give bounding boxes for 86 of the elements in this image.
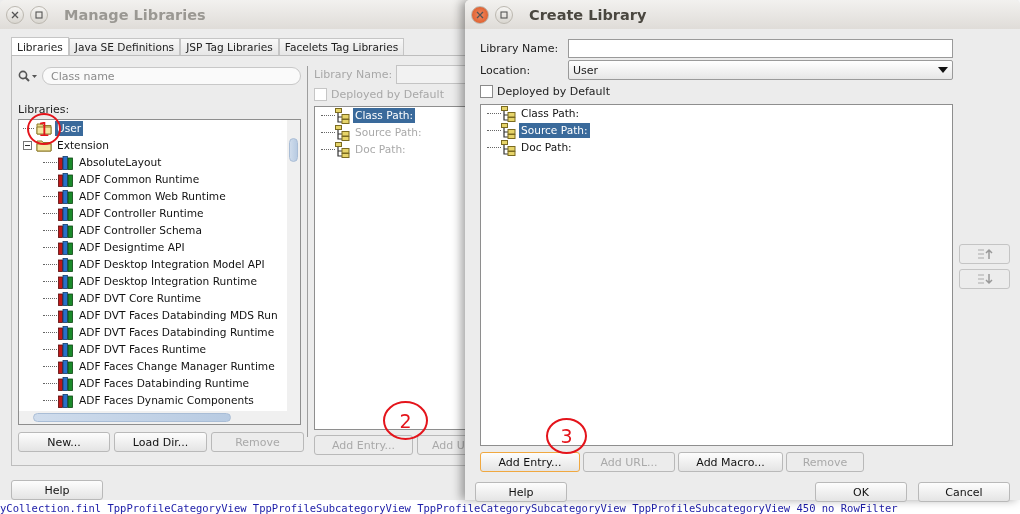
button[interactable]: Load Dir... [114,432,207,452]
tree-item-label: Extension [56,138,110,153]
folder-tree-icon [501,122,516,139]
checkbox[interactable] [480,84,493,98]
close-button[interactable] [471,5,489,24]
move-up-button[interactable] [959,244,1010,264]
books-icon [58,240,73,255]
help-button[interactable]: Help [475,482,567,502]
books-icon [58,291,73,306]
tree-item-label: ADF DVT Core Runtime [78,291,203,306]
path-label[interactable]: Source Path: [519,123,590,138]
close-button[interactable] [6,5,24,24]
vertical-scrollbar[interactable] [287,120,300,424]
location-dropdown[interactable]: User [568,60,953,80]
folder-tree-icon [335,107,350,124]
tree-item-label: ADF Faces Dynamic Components [78,393,255,408]
tree-item-label: ADF Controller Runtime [78,206,205,221]
library-name-field[interactable] [568,38,953,58]
window-title: Manage Libraries [64,6,206,23]
folder-icon [36,122,52,135]
step-number-marker: 2 [383,401,428,440]
button[interactable]: Add Entry... [480,452,580,472]
maximize-button[interactable] [30,5,48,24]
library-name-label: Library Name: [314,67,393,81]
books-icon [58,189,73,204]
folder-tree-icon [501,139,516,156]
books-icon [58,223,73,238]
tree-item-label: ADF Designtime API [78,240,186,255]
books-icon [58,359,73,374]
checkbox-label: Deployed by Default [331,87,444,101]
horizontal-scrollbar[interactable] [19,411,287,424]
search-field[interactable]: Class name [42,67,301,85]
tree-item-label: ADF Controller Schema [78,223,203,238]
move-up-icon [976,248,993,260]
library-name-label: Library Name: [480,41,559,55]
maximize-button[interactable] [495,5,513,24]
folder-tree-icon [501,105,516,122]
tree-item-label: ADF Desktop Integration Model API [78,257,266,272]
ok-button[interactable]: OK [815,482,907,502]
help-button[interactable]: Help [11,480,103,500]
collapse-toggle[interactable] [23,141,32,150]
tree-item-label: ADF Faces Change Manager Runtime [78,359,276,374]
minus-icon [25,143,30,148]
tab[interactable]: Java SE Definitions [68,38,181,55]
books-icon [58,308,73,323]
tab[interactable]: Libraries [11,37,69,55]
window-title: Create Library [529,6,647,23]
move-down-icon [976,273,993,285]
libraries-label: Libraries: [18,103,71,116]
search-icon[interactable] [18,70,38,82]
books-icon [58,206,73,221]
books-icon [58,274,73,289]
path-label[interactable]: Doc Path: [519,140,574,155]
tree-item-label: ADF Desktop Integration Runtime [78,274,258,289]
tree-item-label: AbsoluteLayout [78,155,163,170]
cancel-button[interactable]: Cancel [918,482,1010,502]
tab[interactable]: JSP Tag Libraries [180,38,279,55]
books-icon [58,172,73,187]
maximize-icon [35,10,43,19]
folder-icon [36,139,52,152]
close-icon [11,10,19,19]
books-icon [58,257,73,272]
location-label: Location: [480,63,531,77]
books-icon [58,325,73,340]
books-icon [58,342,73,357]
tab[interactable]: Facelets Tag Libraries [278,38,405,55]
path-label[interactable]: Class Path: [519,106,582,121]
folder-tree-icon [335,141,350,158]
tree-item-label: ADF Common Web Runtime [78,189,227,204]
move-down-button[interactable] [959,269,1010,289]
tree-item-label: ADF DVT Faces Databinding Runtime [78,325,276,340]
tree-item-label: ADF DVT Faces Databinding MDS Run [78,308,279,323]
books-icon [58,393,73,408]
button[interactable]: New... [18,432,110,452]
close-icon [476,10,484,19]
step-number-marker: 3 [546,418,587,454]
books-icon [58,155,73,170]
tree-item-label: ADF DVT Faces Runtime [78,342,207,357]
books-icon [58,376,73,391]
maximize-icon [500,10,508,19]
checkbox-label: Deployed by Default [497,84,610,98]
button[interactable]: Add Macro... [678,452,783,472]
tree-item-label: ADF Faces Databinding Runtime [78,376,251,391]
tree-item-label: ADF Common Runtime [78,172,201,187]
dropdown-arrow-icon [938,67,948,73]
folder-tree-icon [335,124,350,141]
